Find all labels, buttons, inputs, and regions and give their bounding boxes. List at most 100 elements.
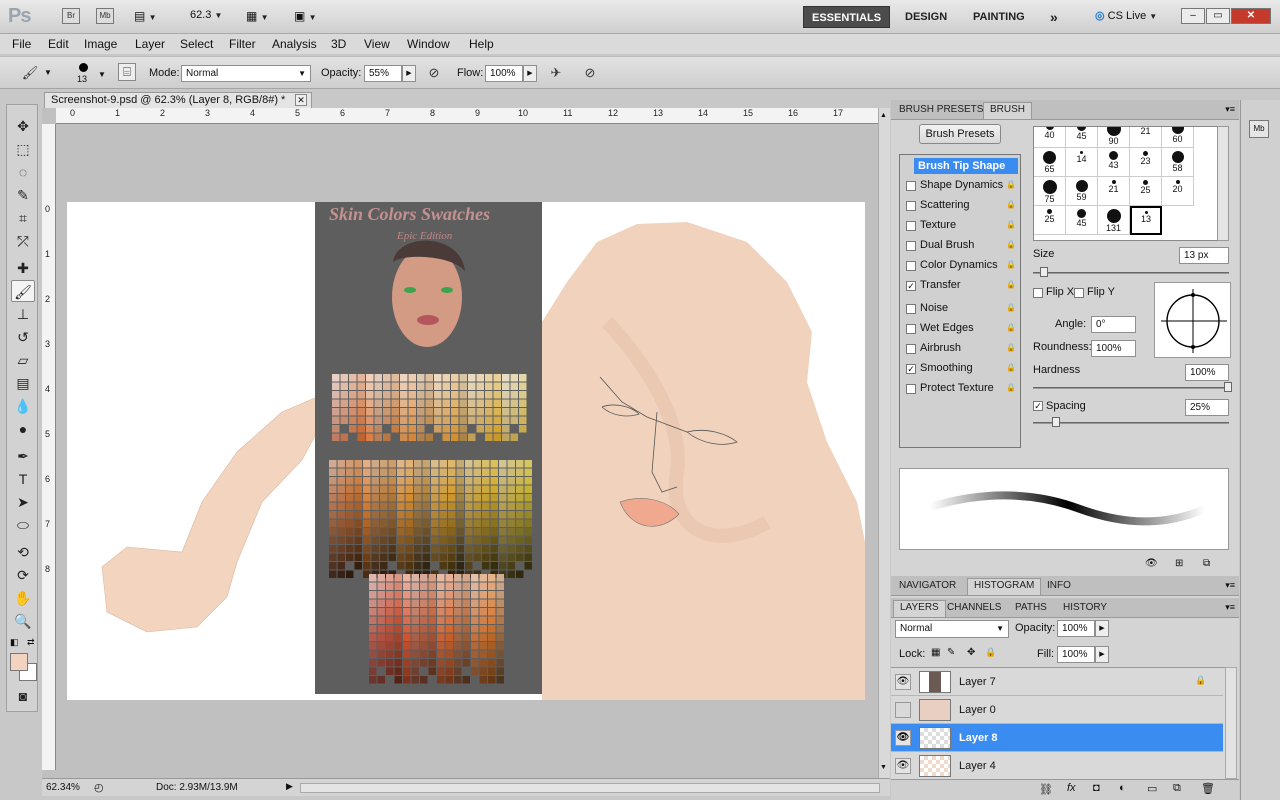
brush-preset-picker[interactable]: 13 ▼ — [66, 60, 106, 86]
gradient-tool-icon[interactable]: ▤ — [11, 372, 35, 394]
shape-tool-icon[interactable]: ⬭ — [11, 514, 35, 536]
size-slider[interactable] — [1033, 272, 1229, 274]
horizontal-scrollbar[interactable] — [300, 783, 880, 793]
cs-live-button[interactable]: ◎ CS Live ▼ — [1095, 9, 1157, 22]
brush-tip-grid[interactable]: 40 45 90 21 60 65 14 43 23 58 75 59 21 25 20 25 45 131 13 — [1033, 126, 1229, 241]
checkbox[interactable] — [906, 221, 916, 231]
hardness-input[interactable]: 100% — [1185, 364, 1229, 381]
toggle-brush-panel-icon[interactable]: ⌸ — [118, 63, 136, 81]
eye-icon[interactable]: 👁 — [895, 730, 911, 746]
layer-opacity-slider-button[interactable]: ▶ — [1095, 620, 1109, 637]
lock-icon[interactable]: 🔒 — [1006, 180, 1016, 191]
checkbox-checked[interactable]: ✓ — [906, 281, 916, 291]
layer-style-icon[interactable]: fx — [1067, 782, 1076, 794]
angle-input[interactable]: 0° — [1091, 316, 1136, 333]
lock-icon[interactable]: 🔒 — [1006, 280, 1016, 291]
workspace-design[interactable]: DESIGN — [897, 6, 955, 28]
tab-layers[interactable]: LAYERS — [893, 600, 946, 617]
workspace-essentials[interactable]: ESSENTIALS — [803, 6, 891, 28]
brush-tip-cell[interactable]: 65 — [1034, 148, 1066, 177]
brush-setting-transfer[interactable]: ✓ Transfer 🔒 — [906, 278, 1018, 296]
menu-edit[interactable]: Edit — [48, 37, 69, 51]
layer-opacity-input[interactable]: 100% — [1057, 620, 1095, 637]
checkbox-checked[interactable]: ✓ — [906, 364, 916, 374]
workspace-painting[interactable]: PAINTING — [965, 6, 1033, 28]
brush-tip-cell[interactable]: 60 — [1162, 127, 1194, 148]
tab-channels[interactable]: CHANNELS — [941, 601, 1007, 614]
close-button[interactable]: ✕ — [1231, 8, 1271, 24]
brush-setting-smoothing[interactable]: ✓ Smoothing 🔒 — [906, 361, 1018, 379]
opacity-slider-button[interactable]: ▶ — [402, 65, 416, 82]
brush-presets-button[interactable]: Brush Presets — [919, 124, 1001, 144]
lock-icon[interactable]: 🔒 — [1006, 200, 1016, 211]
brush-tip-cell[interactable]: 90 — [1098, 127, 1130, 148]
layer-row[interactable]: 👁 Layer 8 — [891, 724, 1223, 752]
menu-window[interactable]: Window — [407, 37, 450, 51]
brush-tip-cell[interactable]: 58 — [1162, 148, 1194, 177]
brush-tip-cell[interactable]: 25 — [1130, 177, 1162, 206]
flip-x-checkbox[interactable] — [1033, 288, 1043, 298]
brush-setting-protect-texture[interactable]: Protect Texture 🔒 — [906, 381, 1018, 399]
checkbox[interactable] — [906, 241, 916, 251]
document-tab[interactable]: Screenshot-9.psd @ 62.3% (Layer 8, RGB/8… — [44, 92, 312, 108]
view-extras-button[interactable]: ▤ ▼ — [134, 9, 157, 23]
mini-bridge-button[interactable]: Mb — [96, 8, 114, 24]
brush-tool-preset-icon[interactable]: 🖌 — [20, 63, 40, 83]
lock-icon[interactable]: 🔒 — [1006, 383, 1016, 394]
spacing-input[interactable]: 25% — [1185, 399, 1229, 416]
eye-hidden-icon[interactable] — [895, 702, 911, 718]
pressure-opacity-icon[interactable]: ⊘ — [424, 63, 444, 83]
blur-tool-icon[interactable]: 💧 — [11, 395, 35, 417]
lasso-tool-icon[interactable]: ◌ — [11, 161, 35, 183]
brush-tip-cell[interactable]: 13 — [1130, 206, 1162, 235]
checkbox[interactable] — [906, 384, 916, 394]
marquee-tool-icon[interactable]: ⬚ — [11, 138, 35, 160]
brush-tip-cell[interactable]: 14 — [1066, 148, 1098, 177]
3d-rotate-tool-icon[interactable]: ⟲ — [11, 541, 35, 563]
brush-tip-cell[interactable]: 75 — [1034, 177, 1066, 206]
new-preset-icon[interactable]: ⧉ — [1203, 558, 1210, 569]
brush-tip-scrollbar[interactable] — [1217, 126, 1229, 241]
hand-tool-icon[interactable]: ✋ — [11, 587, 35, 609]
lock-icon[interactable]: 🔒 — [1006, 220, 1016, 231]
lock-transparency-icon[interactable]: ▦ — [931, 647, 940, 658]
menu-file[interactable]: File — [12, 37, 31, 51]
hardness-slider-thumb[interactable] — [1224, 382, 1232, 392]
spacing-checkbox[interactable]: ✓ — [1033, 401, 1043, 411]
horizontal-ruler[interactable]: 0 1 2 3 4 5 6 7 8 9 10 11 12 13 14 15 16… — [56, 108, 878, 124]
mini-bridge-panel-icon[interactable]: Mb — [1249, 120, 1269, 138]
eyedropper-tool-icon[interactable]: ⤱ — [11, 230, 35, 252]
grid-view-icon[interactable]: ⊞ — [1175, 558, 1183, 569]
zoom-level-display[interactable]: 62.3 ▼ — [190, 9, 222, 21]
toggle-live-tip-icon[interactable]: 👁 — [1145, 558, 1158, 569]
tab-info[interactable]: INFO — [1041, 579, 1077, 592]
panel-menu-icon[interactable]: ▾≡ — [1225, 602, 1235, 613]
brush-setting-texture[interactable]: Texture 🔒 — [906, 218, 1018, 236]
menu-analysis[interactable]: Analysis — [272, 37, 317, 51]
swap-colors-icon[interactable]: ⇄ — [27, 637, 35, 648]
lock-icon[interactable]: 🔒 — [1006, 303, 1016, 314]
menu-view[interactable]: View — [364, 37, 390, 51]
checkbox[interactable] — [906, 344, 916, 354]
bridge-button[interactable]: Br — [62, 8, 80, 24]
lock-icon[interactable]: 🔒 — [1006, 240, 1016, 251]
brush-setting-color-dynamics[interactable]: Color Dynamics 🔒 — [906, 258, 1018, 276]
tab-navigator[interactable]: NAVIGATOR — [893, 579, 962, 592]
brush-setting-dual-brush[interactable]: Dual Brush 🔒 — [906, 238, 1018, 256]
vertical-ruler[interactable]: 0 1 2 3 4 5 6 7 8 — [42, 124, 56, 770]
brush-setting-noise[interactable]: Noise 🔒 — [906, 301, 1018, 319]
lock-pixels-icon[interactable]: ✎ — [947, 647, 955, 658]
history-brush-tool-icon[interactable]: ↺ — [11, 326, 35, 348]
brush-tip-cell[interactable]: 20 — [1162, 177, 1194, 206]
lock-position-icon[interactable]: ✥ — [967, 647, 975, 658]
brush-setting-brush-tip-shape[interactable]: Brush Tip Shape — [914, 158, 1018, 174]
clone-stamp-tool-icon[interactable]: ⊥ — [11, 303, 35, 325]
status-info-icon[interactable]: ◴ — [94, 781, 104, 794]
brush-tip-cell[interactable]: 21 — [1098, 177, 1130, 206]
pen-tool-icon[interactable]: ✒ — [11, 445, 35, 467]
minimize-button[interactable]: – — [1181, 8, 1205, 24]
blend-mode-select[interactable]: Normal ▼ — [895, 620, 1009, 638]
brush-tip-cell[interactable]: 45 — [1066, 206, 1098, 235]
eraser-tool-icon[interactable]: ▱ — [11, 349, 35, 371]
quick-selection-tool-icon[interactable]: ✎ — [11, 184, 35, 206]
